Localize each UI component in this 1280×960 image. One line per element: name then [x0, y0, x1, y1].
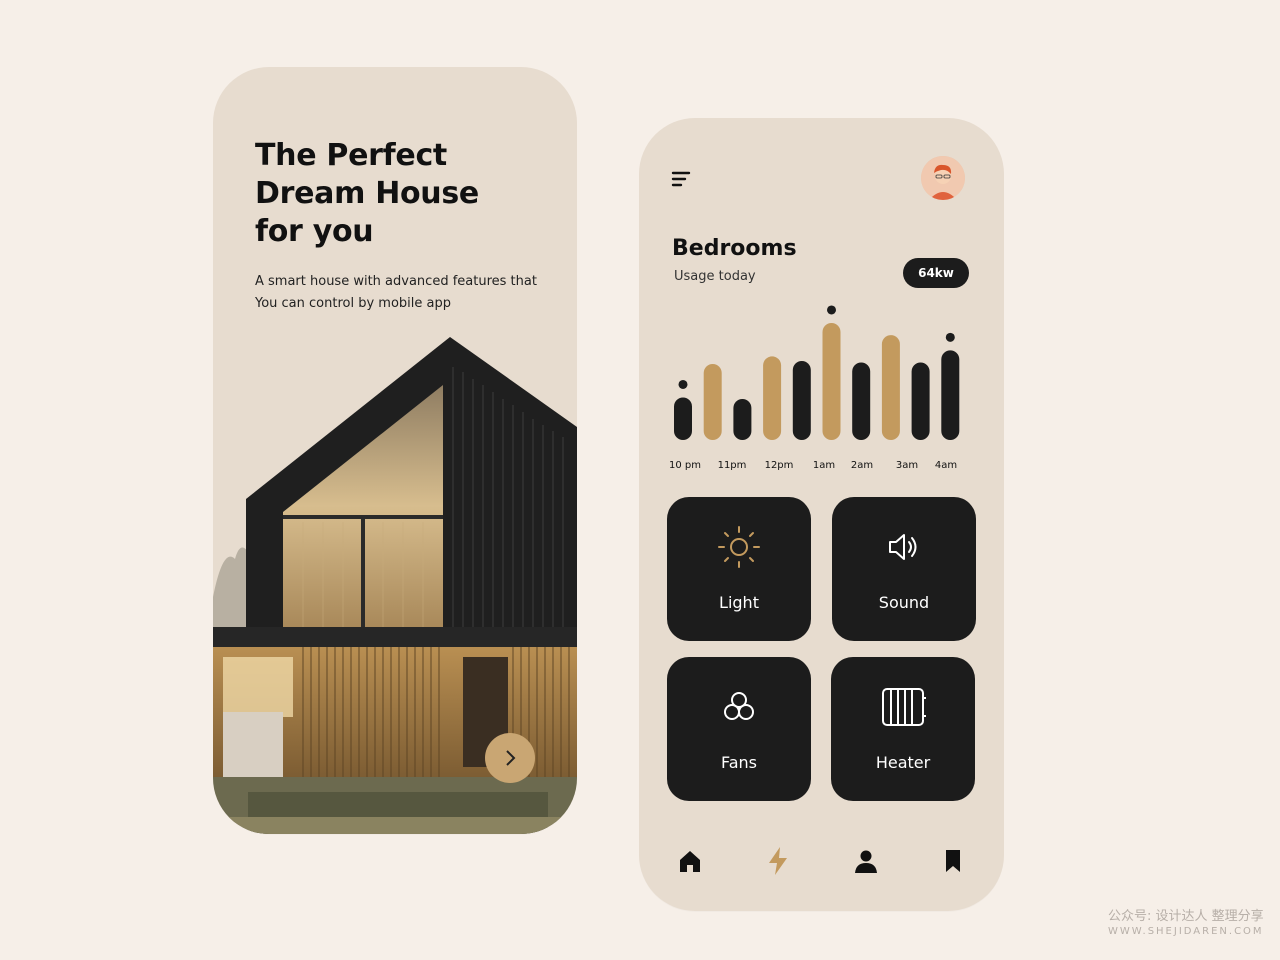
watermark: 公众号: 设计达人 整理分享 WWW.SHEJIDAREN.COM: [1108, 905, 1264, 937]
bookmark-icon: [946, 850, 960, 872]
light-label: Light: [719, 593, 759, 612]
usage-bar: [733, 398, 752, 440]
heater-label: Heater: [875, 753, 931, 772]
hero-subtitle-line: You can control by mobile app: [255, 296, 451, 311]
watermark-line: 公众号: 设计达人 整理分享: [1108, 909, 1264, 924]
chart-tick-label: 3am: [896, 460, 918, 471]
hero-title-line: The Perfect: [255, 138, 447, 173]
room-title: Bedrooms: [672, 236, 797, 261]
usage-marker: [678, 379, 688, 389]
chart-tick-label: 11pm: [718, 460, 747, 471]
room-subtitle: Usage today: [674, 269, 756, 284]
usage-bar: [822, 322, 841, 440]
chart-tick-label: 2am: [851, 460, 873, 471]
usage-bar: [674, 397, 692, 440]
hero-subtitle: A smart house with advanced features tha…: [255, 271, 555, 315]
sun-icon: [718, 526, 760, 568]
usage-badge: 64kw: [903, 258, 969, 288]
speaker-icon: [889, 534, 917, 560]
nav-energy[interactable]: [763, 846, 793, 876]
menu-icon[interactable]: [671, 170, 691, 188]
watermark-url: WWW.SHEJIDAREN.COM: [1108, 926, 1264, 937]
usage-bar: [763, 356, 782, 440]
hero-subtitle-line: A smart house with advanced features tha…: [255, 274, 537, 289]
usage-bar: [852, 362, 871, 440]
usage-bar: [881, 335, 900, 440]
fans-tile[interactable]: Fans: [667, 657, 811, 801]
usage-chart: 10 pm 11pm 12pm 1am 2am 3am 4am: [669, 305, 960, 471]
hero-title-line: for you: [255, 214, 374, 249]
sound-label: Sound: [878, 593, 930, 612]
chart-tick-label: 12pm: [765, 460, 794, 471]
avatar-icon: [921, 156, 965, 200]
nav-saved[interactable]: [938, 846, 968, 876]
nav-profile[interactable]: [851, 846, 881, 876]
next-button[interactable]: [485, 733, 535, 783]
usage-bar: [911, 362, 930, 440]
chart-tick-label: 1am: [813, 460, 835, 471]
sound-tile[interactable]: Sound: [832, 497, 976, 641]
usage-marker: [827, 305, 836, 315]
onboarding-screen: The Perfect Dream House for you A smart …: [213, 67, 577, 834]
usage-bar: [941, 350, 960, 440]
chart-tick-label: 10 pm: [669, 460, 701, 471]
usage-bar: [703, 364, 722, 440]
heater-icon: [882, 688, 926, 726]
chevron-right-icon: [506, 750, 516, 766]
usage-marker: [945, 332, 955, 342]
nav-home[interactable]: [675, 846, 705, 876]
user-avatar[interactable]: [921, 156, 965, 200]
fan-icon: [724, 692, 754, 720]
user-icon: [855, 850, 877, 873]
light-tile[interactable]: Light: [667, 497, 811, 641]
bottom-nav: [639, 840, 1004, 880]
chart-tick-label: 4am: [935, 460, 957, 471]
hero-title-line: Dream House: [255, 176, 479, 211]
home-icon: [680, 851, 700, 872]
dashboard-screen: Bedrooms Usage today 64kw 10 pm 11pm 12pm 1…: [639, 118, 1004, 911]
heater-tile[interactable]: Heater: [831, 657, 975, 801]
fans-label: Fans: [720, 753, 757, 772]
hero-title: The Perfect Dream House for you: [255, 137, 555, 251]
bolt-icon: [769, 847, 787, 875]
usage-bar: [792, 360, 811, 440]
controls-grid: Light Sound Fans Heater: [667, 497, 977, 802]
